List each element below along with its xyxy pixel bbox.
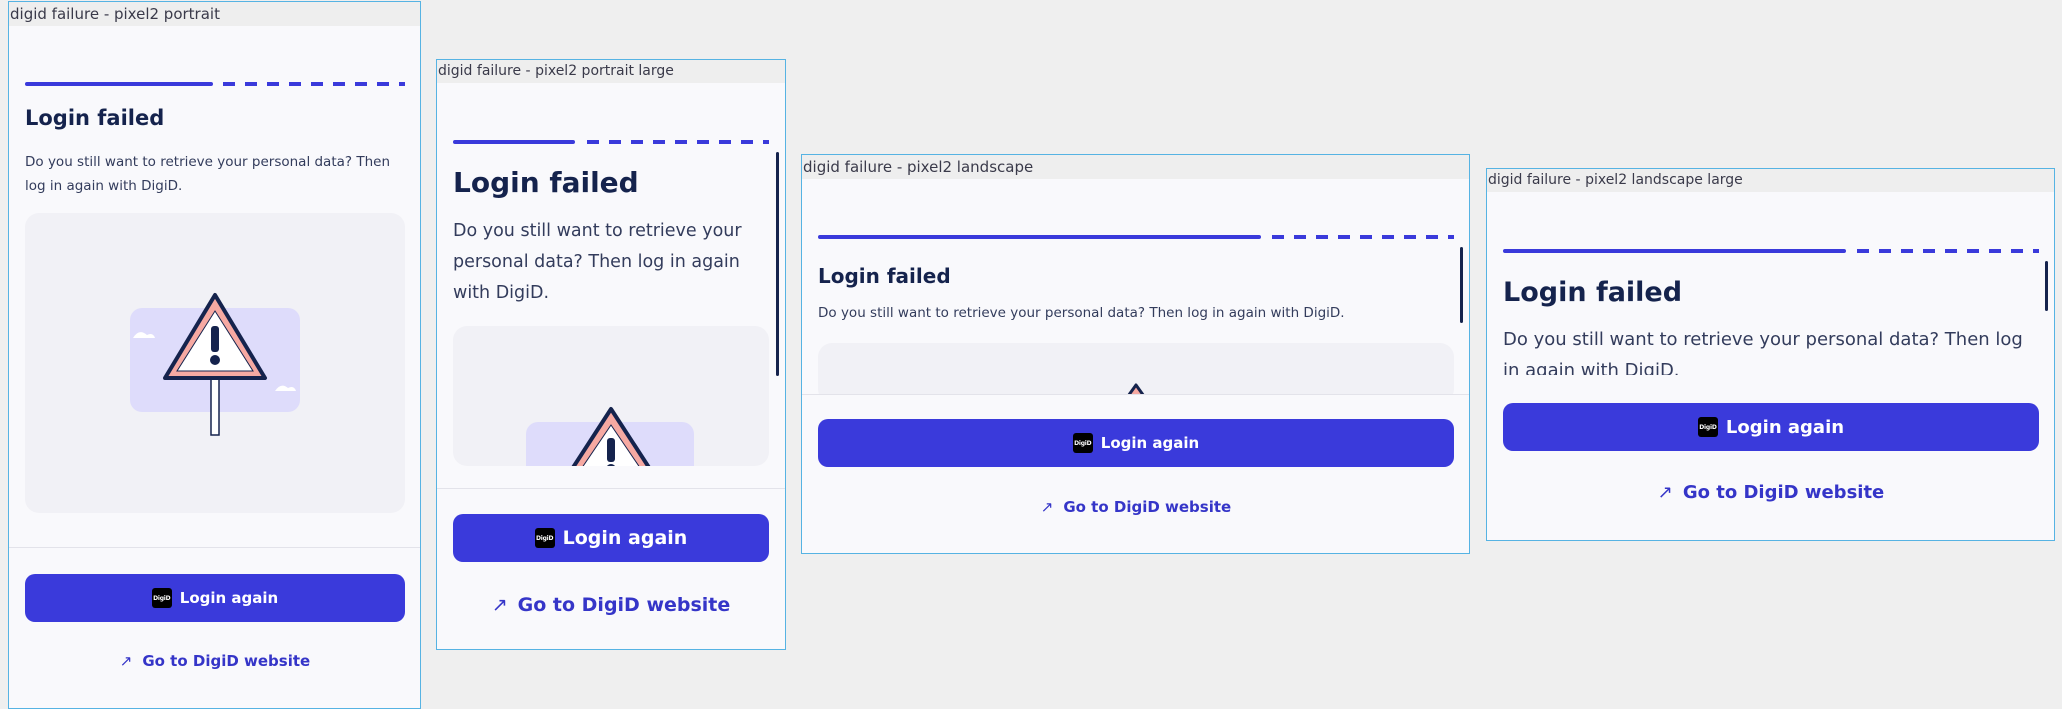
external-link-arrow-icon: ↗ bbox=[119, 652, 133, 670]
digid-logo-icon: DigiD bbox=[1072, 433, 1093, 453]
illustration-card bbox=[453, 326, 769, 466]
page-title: Login failed bbox=[25, 106, 165, 130]
footer-divider bbox=[802, 394, 1469, 395]
login-again-button[interactable]: DigiD Login again bbox=[818, 419, 1454, 467]
progress-remaining bbox=[1857, 249, 2039, 253]
go-to-digid-website-link[interactable]: ↗ Go to DigiD website bbox=[453, 590, 769, 620]
page-description: Do you still want to retrieve your perso… bbox=[453, 221, 742, 303]
progress-completed bbox=[818, 235, 1261, 239]
progress-bar bbox=[1503, 249, 2039, 253]
screen-landscape-large: digid failure - pixel2 landscape large L… bbox=[1486, 168, 2055, 541]
progress-bar bbox=[453, 140, 769, 144]
screen-label: digid failure - pixel2 landscape bbox=[802, 155, 1469, 179]
go-to-digid-label: Go to DigiD website bbox=[517, 594, 731, 616]
progress-remaining bbox=[223, 82, 405, 86]
login-again-button[interactable]: DigiD Login again bbox=[453, 514, 769, 562]
warning-sign-icon bbox=[526, 407, 694, 466]
scrollbar[interactable] bbox=[2045, 261, 2048, 311]
illustration-card bbox=[25, 213, 405, 513]
screen-label: digid failure - pixel2 landscape large bbox=[1487, 169, 2054, 192]
scrollbar[interactable] bbox=[776, 152, 779, 376]
progress-completed bbox=[1503, 249, 1846, 253]
screen-label: digid failure - pixel2 portrait bbox=[9, 2, 420, 26]
progress-remaining bbox=[1272, 235, 1454, 239]
digid-logo-icon: DigiD bbox=[1697, 417, 1718, 437]
login-again-label: Login again bbox=[179, 589, 279, 607]
digid-logo-icon: DigiD bbox=[151, 588, 172, 608]
digid-logo-icon: DigiD bbox=[534, 528, 555, 548]
external-link-arrow-icon: ↗ bbox=[491, 594, 508, 616]
progress-bar bbox=[818, 235, 1454, 239]
progress-bar bbox=[25, 82, 405, 86]
footer-area bbox=[802, 394, 1469, 553]
login-again-label: Login again bbox=[1100, 434, 1200, 452]
scrollbar[interactable] bbox=[1460, 247, 1463, 323]
go-to-digid-website-link[interactable]: ↗ Go to DigiD website bbox=[1503, 477, 2039, 507]
go-to-digid-website-link[interactable]: ↗ Go to DigiD website bbox=[25, 649, 405, 673]
footer-area bbox=[1487, 375, 2054, 540]
go-to-digid-website-link[interactable]: ↗ Go to DigiD website bbox=[818, 495, 1454, 519]
footer-divider bbox=[9, 547, 420, 548]
warning-sign-icon bbox=[130, 293, 300, 436]
login-again-label: Login again bbox=[562, 527, 688, 549]
go-to-digid-label: Go to DigiD website bbox=[142, 652, 311, 670]
page-title: Login failed bbox=[818, 264, 951, 288]
footer-area bbox=[437, 488, 785, 649]
login-again-label: Login again bbox=[1725, 416, 1845, 438]
progress-remaining bbox=[587, 140, 769, 144]
page-title: Login failed bbox=[1503, 277, 1683, 308]
page-title: Login failed bbox=[453, 166, 639, 199]
screen-portrait: digid failure - pixel2 portrait Login fa… bbox=[8, 1, 421, 709]
external-link-arrow-icon: ↗ bbox=[1657, 481, 1673, 503]
page-description: Do you still want to retrieve your perso… bbox=[25, 154, 391, 194]
go-to-digid-label: Go to DigiD website bbox=[1063, 498, 1232, 516]
footer-divider bbox=[437, 488, 785, 489]
page-description: Do you still want to retrieve your perso… bbox=[818, 305, 1345, 321]
progress-completed bbox=[25, 82, 213, 86]
screen-portrait-large: digid failure - pixel2 portrait large Lo… bbox=[436, 59, 786, 650]
login-again-button[interactable]: DigiD Login again bbox=[25, 574, 405, 622]
progress-completed bbox=[453, 140, 575, 144]
external-link-arrow-icon: ↗ bbox=[1040, 498, 1054, 516]
screen-landscape: digid failure - pixel2 landscape Login f… bbox=[801, 154, 1470, 554]
screen-label: digid failure - pixel2 portrait large bbox=[437, 60, 785, 83]
go-to-digid-label: Go to DigiD website bbox=[1682, 481, 1885, 503]
login-again-button[interactable]: DigiD Login again bbox=[1503, 403, 2039, 451]
